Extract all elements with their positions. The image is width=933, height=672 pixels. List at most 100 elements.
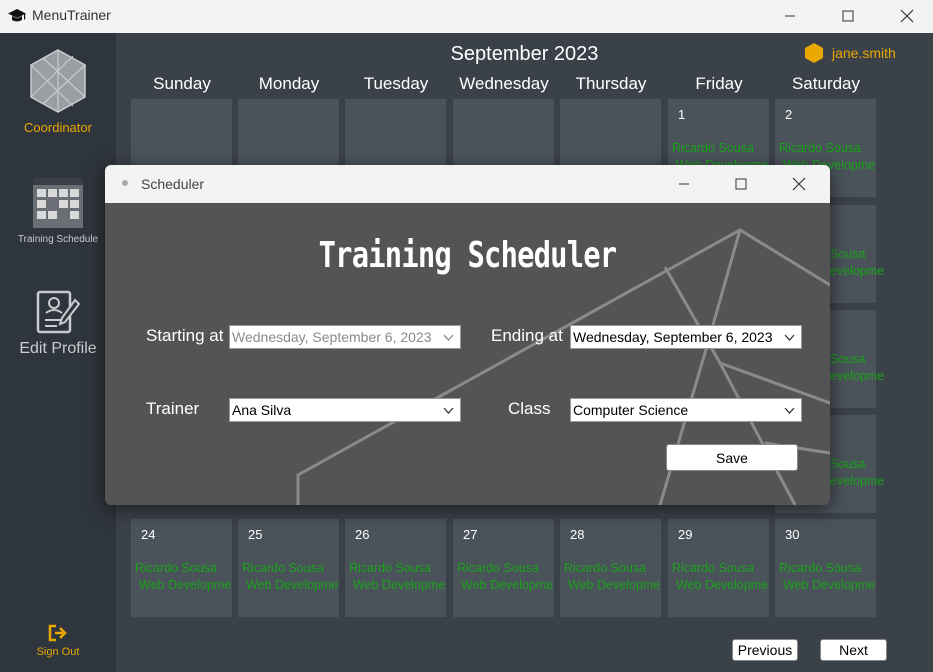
calendar-day-cell[interactable]: 24 Ricardo Sousa Web Developme bbox=[131, 519, 232, 617]
sidebar-item-coordinator[interactable]: Coordinator bbox=[0, 48, 116, 135]
chevron-down-icon bbox=[784, 407, 795, 414]
chevron-down-icon bbox=[443, 334, 454, 341]
minimize-icon bbox=[785, 15, 795, 17]
calendar-day-cell[interactable]: 29 Ricardo Sousa Web Developme bbox=[668, 519, 769, 617]
day-number: 25 bbox=[248, 527, 263, 542]
hexagon-logo-icon bbox=[30, 49, 86, 113]
sign-out-button[interactable]: Sign Out bbox=[0, 624, 116, 658]
maximize-icon bbox=[735, 178, 747, 190]
minimize-button[interactable] bbox=[767, 3, 813, 29]
weekday-label: Wednesday bbox=[459, 74, 549, 93]
chevron-down-icon bbox=[784, 334, 795, 341]
event-class: Web Developme bbox=[783, 578, 876, 592]
event-class: Web Developme bbox=[461, 578, 554, 592]
day-number: 24 bbox=[141, 527, 156, 542]
day-number: 2 bbox=[785, 107, 793, 122]
maximize-button[interactable] bbox=[825, 3, 871, 29]
weekday-label: Tuesday bbox=[363, 74, 429, 93]
minimize-icon bbox=[679, 183, 689, 185]
event-trainer: Ricardo Sousa bbox=[457, 561, 539, 575]
event-trainer: Ricardo Sousa bbox=[672, 141, 754, 155]
day-number: 29 bbox=[678, 527, 693, 542]
sidebar-item-label: Edit Profile bbox=[19, 340, 97, 357]
calendar-day-cell[interactable]: 26 Ricardo Sousa Web Developme bbox=[345, 519, 446, 617]
dialog-close-button[interactable] bbox=[776, 171, 822, 197]
event-class: Web Developme bbox=[568, 578, 661, 592]
dialog-titlebar: Scheduler bbox=[105, 165, 830, 203]
sidebar-item-label: Coordinator bbox=[24, 120, 92, 135]
next-button[interactable]: Next bbox=[820, 639, 887, 661]
username: jane.smith bbox=[832, 45, 896, 61]
scheduler-dialog: Scheduler Training Scheduler Starting at… bbox=[105, 165, 830, 505]
previous-button[interactable]: Previous bbox=[732, 639, 798, 661]
calendar-day-cell[interactable]: 30 Ricardo Sousa Web Developme bbox=[775, 519, 876, 617]
class-label: Class bbox=[508, 399, 551, 418]
event-class: evelopme bbox=[830, 474, 885, 488]
dialog-icon bbox=[122, 180, 128, 186]
event-class: evelopme bbox=[830, 369, 885, 383]
day-number: 26 bbox=[355, 527, 370, 542]
day-number: 1 bbox=[678, 107, 686, 122]
trainer-label: Trainer bbox=[146, 399, 200, 418]
close-button[interactable] bbox=[884, 3, 930, 29]
calendar-grid-icon bbox=[33, 178, 83, 228]
event-class: Web Developme bbox=[139, 578, 232, 592]
event-class: Web Developme bbox=[353, 578, 446, 592]
event-class: Web Developme bbox=[246, 578, 339, 592]
day-number: 27 bbox=[463, 527, 478, 542]
event-trainer: Ricardo Sousa bbox=[242, 561, 324, 575]
event-trainer: Ricardo Sousa bbox=[135, 561, 217, 575]
profile-edit-icon bbox=[36, 290, 81, 334]
event-trainer: Ricardo Sousa bbox=[349, 561, 431, 575]
weekday-label: Sunday bbox=[153, 74, 211, 93]
weekday-label: Friday bbox=[695, 74, 743, 93]
trainer-select[interactable]: Ana Silva bbox=[229, 398, 461, 422]
event-class: evelopme bbox=[830, 264, 885, 278]
class-value: Computer Science bbox=[573, 402, 689, 418]
class-select[interactable]: Computer Science bbox=[570, 398, 802, 422]
weekday-label: Thursday bbox=[575, 74, 647, 93]
save-button[interactable]: Save bbox=[666, 444, 798, 471]
calendar-day-cell[interactable]: 28 Ricardo Sousa Web Developme bbox=[560, 519, 661, 617]
calendar-day-cell[interactable]: 25 Ricardo Sousa Web Developme bbox=[238, 519, 339, 617]
starting-date-value: Wednesday, September 6, 2023 bbox=[232, 329, 432, 345]
day-number: 30 bbox=[785, 527, 800, 542]
event-trainer: Ricardo Sousa bbox=[672, 561, 754, 575]
event-trainer: Ricardo Sousa bbox=[779, 561, 861, 575]
event-class: Web Developme bbox=[676, 578, 769, 592]
ending-date-picker[interactable]: Wednesday, September 6, 2023 bbox=[570, 325, 802, 349]
sidebar-item-label: Training Schedule bbox=[17, 234, 99, 245]
event-trainer: Sousa bbox=[830, 457, 866, 471]
weekday-label: Saturday bbox=[791, 74, 861, 93]
sidebar-item-label: Sign Out bbox=[36, 646, 80, 658]
sidebar: Coordinator Training Schedule Edit Profi… bbox=[0, 33, 116, 672]
calendar-day-cell[interactable]: 27 Ricardo Sousa Web Developme bbox=[453, 519, 554, 617]
maximize-icon bbox=[842, 10, 854, 22]
trainer-value: Ana Silva bbox=[232, 402, 292, 418]
event-trainer: Ricardo Sousa bbox=[564, 561, 646, 575]
dialog-heading: Training Scheduler bbox=[318, 235, 618, 276]
dialog-minimize-button[interactable] bbox=[661, 171, 707, 197]
event-trainer: Sousa bbox=[830, 352, 866, 366]
app-titlebar: MenuTrainer bbox=[0, 0, 933, 33]
event-trainer: Sousa bbox=[830, 247, 866, 261]
sidebar-item-training-schedule[interactable]: Training Schedule bbox=[0, 178, 116, 245]
event-trainer: Ricardo Sousa bbox=[779, 141, 861, 155]
user-badge[interactable]: jane.smith bbox=[804, 42, 896, 64]
weekday-label: Monday bbox=[258, 74, 320, 93]
ending-date-value: Wednesday, September 6, 2023 bbox=[573, 329, 773, 345]
starting-label: Starting at bbox=[146, 326, 224, 345]
day-number: 28 bbox=[570, 527, 585, 542]
ending-label: Ending at bbox=[491, 326, 563, 345]
dialog-body: Training Scheduler Starting at Wednesday… bbox=[105, 203, 830, 505]
graduation-cap-icon bbox=[8, 9, 26, 22]
user-hexagon-icon bbox=[805, 43, 823, 63]
dialog-maximize-button[interactable] bbox=[718, 171, 764, 197]
close-icon bbox=[792, 177, 806, 191]
chevron-down-icon bbox=[443, 407, 454, 414]
dialog-title: Scheduler bbox=[141, 176, 205, 192]
sidebar-item-edit-profile[interactable]: Edit Profile bbox=[0, 288, 116, 358]
starting-date-picker[interactable]: Wednesday, September 6, 2023 bbox=[229, 325, 461, 349]
sign-out-icon bbox=[48, 624, 67, 642]
close-icon bbox=[900, 9, 914, 23]
